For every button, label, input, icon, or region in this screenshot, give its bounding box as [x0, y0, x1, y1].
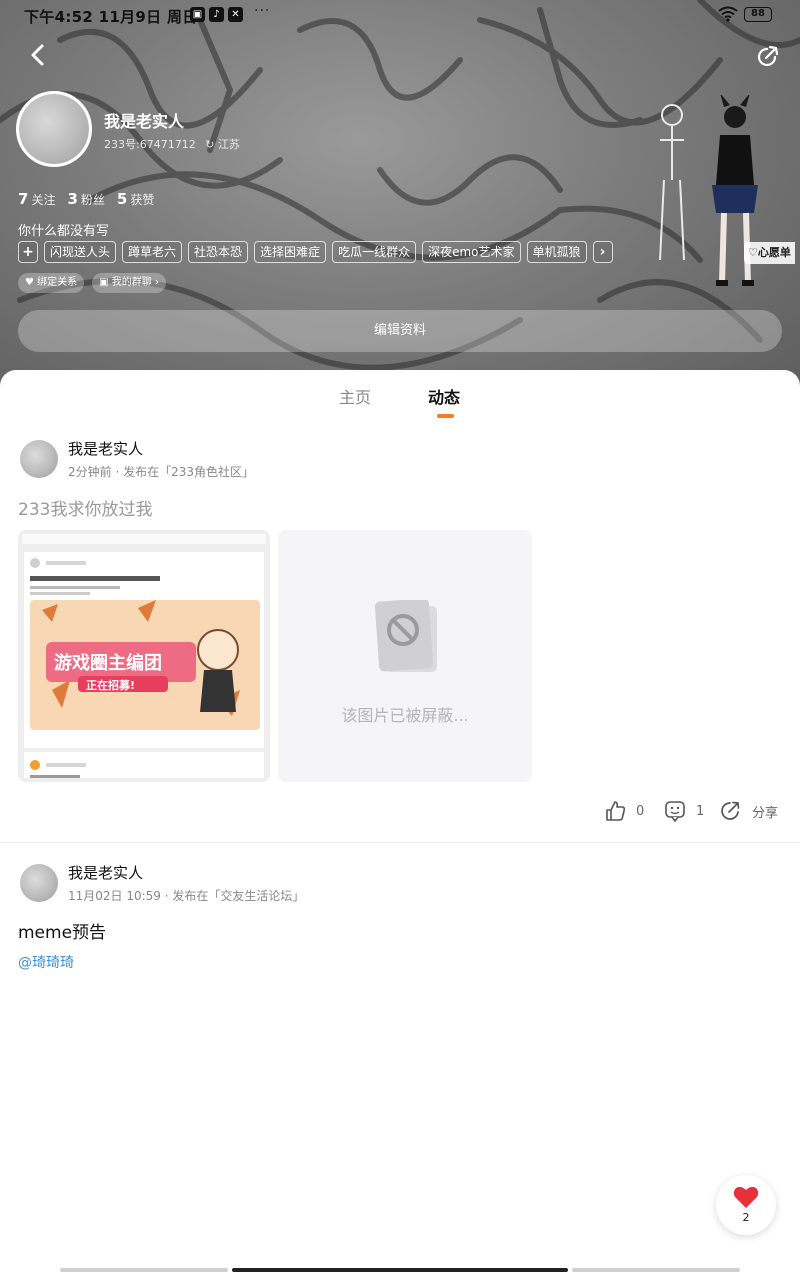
heart-outline-icon: ♡ — [748, 246, 758, 259]
gesture-home-bar[interactable] — [232, 1268, 568, 1272]
blocked-image-placeholder: 该图片已被屏蔽... — [278, 530, 532, 782]
share-label: 分享 — [752, 805, 779, 821]
share-button[interactable]: 分享 — [720, 800, 778, 822]
like-count: 0 — [636, 803, 645, 819]
post-actions: 0 1 分享 — [0, 800, 800, 830]
fans-count: 3 — [67, 190, 78, 208]
thumbnail-banner-title: 游戏圈主编团 — [54, 652, 162, 674]
avatar-image — [19, 94, 89, 164]
battery-indicator: 88 — [744, 7, 772, 22]
app-notification-icon: ▣ — [190, 7, 205, 22]
profile-tag[interactable]: 闪现送人头 — [44, 241, 117, 263]
status-app-icons: ▣ ♪ ✕ — [190, 7, 243, 22]
wifi-icon — [718, 6, 738, 22]
more-notifications-icon: ··· — [254, 3, 271, 19]
profile-tag[interactable]: 深夜emo艺术家 — [422, 241, 521, 263]
fans-label: 粉丝 — [80, 193, 105, 207]
comment-count: 1 — [696, 803, 705, 819]
wishlist-label: 心愿单 — [757, 246, 791, 259]
add-tag-button[interactable]: + — [18, 241, 38, 263]
profile-id-line: 233号:67471712 ↻ 江苏 — [104, 136, 240, 152]
capcut-icon: ✕ — [228, 7, 243, 22]
profile-header-background: 下午4:52 11月9日 周日 ▣ ♪ ✕ ··· 88 我是老实人 233号:… — [0, 0, 800, 400]
profile-tag[interactable]: 吃瓜一线群众 — [332, 241, 417, 263]
thumbnail-screenshot-image: 游戏圈主编团 正在招募! — [18, 530, 270, 782]
stat-likes[interactable]: 5 获赞 — [117, 190, 154, 208]
post-author-name[interactable]: 我是老实人 — [68, 862, 143, 883]
bind-relation-chip[interactable]: ♥ 绑定关系 — [18, 273, 85, 293]
profile-tag[interactable]: 蹲草老六 — [122, 241, 183, 263]
profile-bio[interactable]: 你什么都没有写 — [18, 220, 109, 239]
profile-tags: + 闪现送人头 蹲草老六 社恐本恐 选择困难症 吃瓜一线群众 深夜emo艺术家 … — [18, 241, 613, 263]
profile-avatar[interactable] — [16, 91, 92, 167]
thumbnail-banner-subtitle: 正在招募! — [86, 678, 135, 692]
heart-small-icon: ♥ — [25, 277, 38, 288]
user-location: 江苏 — [217, 138, 240, 151]
active-tab-indicator — [437, 414, 454, 418]
post-meta: 2分钟前 · 发布在「233角色社区」 — [68, 465, 254, 479]
content-sheet: 主页 动态 我是老实人 2分钟前 · 发布在「233角色社区」 233我求你放过… — [0, 370, 800, 1280]
profile-tag[interactable]: 单机孤狼 — [526, 241, 587, 263]
gesture-bar-right — [572, 1268, 740, 1272]
post-author-avatar[interactable] — [20, 440, 58, 478]
tiktok-icon: ♪ — [209, 7, 224, 22]
profile-stats: 7 关注 3 粉丝 5 获赞 — [18, 190, 154, 208]
comment-icon — [665, 801, 685, 822]
user-id: 233号:67471712 — [104, 138, 196, 151]
post-divider — [0, 842, 800, 843]
status-bar: 下午4:52 11月9日 周日 ▣ ♪ ✕ ··· 88 — [0, 0, 800, 30]
avatar-character-figures — [659, 95, 758, 286]
back-arrow-icon[interactable] — [24, 40, 52, 70]
chat-icon: ▣ — [99, 277, 112, 288]
tags-more-chevron-icon[interactable]: › — [592, 241, 613, 263]
profile-tag[interactable]: 选择困难症 — [254, 241, 327, 263]
post-text: meme预告 — [18, 923, 107, 943]
thumbs-up-icon — [606, 801, 626, 821]
likes-count: 5 — [116, 190, 128, 208]
location-icon: ↻ — [205, 138, 215, 151]
post-mention-link[interactable]: @琦琦琦 — [18, 952, 74, 972]
stat-fans[interactable]: 3 粉丝 — [67, 190, 104, 208]
post-author-name[interactable]: 我是老实人 — [68, 438, 143, 459]
wishlist-button[interactable]: ♡心愿单 — [744, 242, 795, 264]
stat-following[interactable]: 7 关注 — [18, 190, 55, 208]
floating-like-button[interactable]: 2 — [716, 1175, 776, 1235]
profile-username: 我是老实人 — [104, 112, 185, 131]
status-time: 下午4:52 11月9日 周日 — [24, 8, 198, 26]
like-button[interactable]: 0 — [604, 800, 644, 822]
tab-home[interactable]: 主页 — [339, 384, 371, 408]
edit-profile-button[interactable]: 编辑资料 — [18, 310, 782, 352]
my-groups-chip[interactable]: ▣ 我的群聊 › — [92, 273, 166, 293]
profile-chips: ♥ 绑定关系 ▣ 我的群聊 › — [18, 273, 166, 293]
tab-feed[interactable]: 动态 — [428, 384, 460, 408]
chevron-right-icon: › — [151, 277, 159, 288]
blocked-image-icon — [374, 600, 437, 672]
bind-relation-label: 绑定关系 — [37, 277, 78, 288]
following-count: 7 — [18, 190, 29, 208]
blocked-image-text: 该图片已被屏蔽... — [341, 706, 469, 725]
share-icon[interactable] — [754, 42, 782, 70]
comment-button[interactable]: 1 — [664, 800, 704, 822]
gesture-bar-left — [60, 1268, 228, 1272]
post-author-avatar[interactable] — [20, 864, 58, 902]
likes-label: 获赞 — [130, 193, 155, 207]
post-meta: 11月02日 10:59 · 发布在「交友生活论坛」 — [68, 889, 305, 903]
post-image-thumbnail[interactable]: 游戏圈主编团 正在招募! — [18, 530, 270, 782]
share-icon — [721, 801, 740, 820]
following-label: 关注 — [31, 193, 56, 207]
my-groups-label: 我的群聊 — [111, 277, 152, 288]
heart-icon — [733, 1186, 759, 1208]
profile-tag[interactable]: 社恐本恐 — [188, 241, 249, 263]
floating-like-count: 2 — [742, 1211, 750, 1224]
post-text: 233我求你放过我 — [18, 500, 153, 520]
